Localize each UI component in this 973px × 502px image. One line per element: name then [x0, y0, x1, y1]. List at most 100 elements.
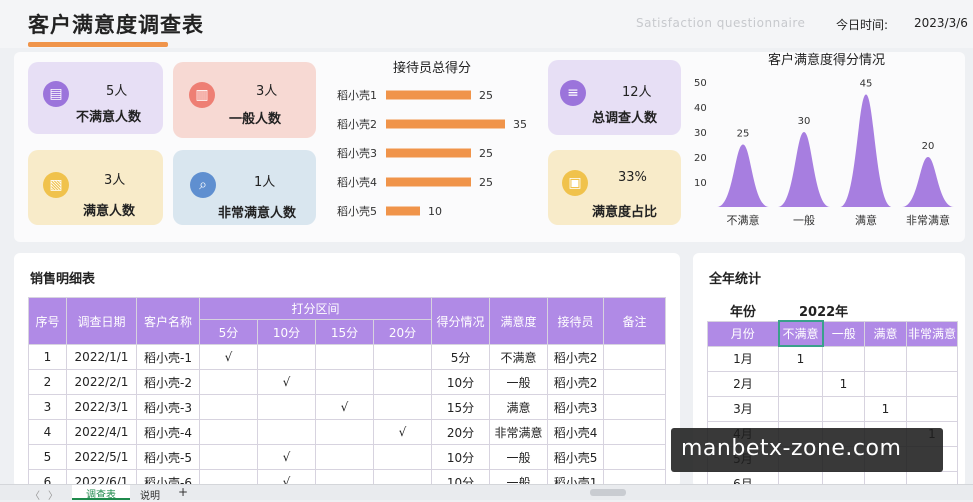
header-date[interactable]: 调查日期: [66, 297, 137, 345]
cell[interactable]: [257, 344, 316, 370]
cell[interactable]: √: [257, 444, 316, 470]
cell[interactable]: [822, 345, 865, 372]
sales-table: 序号 调查日期 客户名称 打分区间 得分情况 满意度 接待员 备注 5分 10分…: [28, 297, 667, 495]
year-value[interactable]: 2022年: [799, 301, 848, 320]
cell[interactable]: 稻小壳2: [547, 344, 605, 370]
cell[interactable]: [199, 444, 258, 470]
cell[interactable]: [906, 345, 958, 372]
cell[interactable]: 10分: [431, 444, 491, 470]
bar-value-label: 25: [479, 89, 493, 102]
cell[interactable]: 稻小壳-4: [136, 419, 200, 445]
header-score[interactable]: 得分情况: [431, 297, 491, 345]
cell[interactable]: [372, 444, 433, 470]
header-unsatisfied[interactable]: 不满意: [777, 320, 824, 347]
header-score-range[interactable]: 打分区间: [198, 297, 433, 320]
cell[interactable]: [864, 345, 907, 372]
cell[interactable]: [199, 369, 258, 395]
cell[interactable]: 2022/4/1: [66, 419, 137, 445]
cell[interactable]: [257, 419, 316, 445]
cell[interactable]: 20分: [431, 419, 491, 445]
cell[interactable]: 5分: [431, 344, 491, 370]
cell[interactable]: 3月: [707, 395, 779, 422]
header-customer[interactable]: 客户名称: [136, 297, 200, 345]
sheet-tab-survey[interactable]: 调查表: [72, 485, 130, 501]
header-15pts[interactable]: 15分: [315, 319, 374, 345]
cell[interactable]: 稻小壳5: [547, 444, 605, 470]
cell[interactable]: [315, 369, 374, 395]
cell[interactable]: [603, 369, 667, 395]
cell[interactable]: 2022/1/1: [66, 344, 137, 370]
date-label: 今日时间:: [836, 18, 889, 32]
cell[interactable]: [603, 444, 667, 470]
cell[interactable]: 稻小壳2: [547, 369, 605, 395]
header-note[interactable]: 备注: [603, 297, 667, 345]
bar: [386, 148, 471, 158]
cell[interactable]: [199, 394, 258, 420]
cell[interactable]: √: [199, 344, 258, 370]
header-satisfied[interactable]: 满意: [864, 320, 907, 347]
cell[interactable]: √: [315, 394, 374, 420]
cell[interactable]: [372, 394, 433, 420]
cell[interactable]: 2022/5/1: [66, 444, 137, 470]
header-seq[interactable]: 序号: [28, 297, 67, 345]
cell[interactable]: 2月: [707, 370, 779, 397]
cell[interactable]: [603, 419, 667, 445]
add-sheet-button[interactable]: +: [178, 485, 188, 499]
cell[interactable]: [257, 394, 316, 420]
cell[interactable]: [315, 344, 374, 370]
header-month[interactable]: 月份: [707, 320, 779, 347]
cell[interactable]: [603, 344, 667, 370]
header-satisfaction[interactable]: 满意度: [489, 297, 549, 345]
cell[interactable]: 稻小壳-1: [136, 344, 200, 370]
cell[interactable]: √: [372, 419, 433, 445]
cell[interactable]: 1: [778, 345, 823, 372]
cell[interactable]: [315, 419, 374, 445]
cell[interactable]: 1: [28, 344, 67, 370]
cell[interactable]: [864, 370, 907, 397]
cell[interactable]: 2022/3/1: [66, 394, 137, 420]
header-very-satisfied[interactable]: 非常满意: [906, 320, 958, 347]
cell[interactable]: 非常满意: [489, 419, 549, 445]
cell[interactable]: 稻小壳-3: [136, 394, 200, 420]
cell[interactable]: 稻小壳4: [547, 419, 605, 445]
cell[interactable]: 一般: [489, 369, 549, 395]
header-5pts[interactable]: 5分: [199, 319, 258, 345]
scroll-thumb[interactable]: [590, 489, 626, 496]
cell[interactable]: 1: [864, 395, 907, 422]
header-10pts[interactable]: 10分: [257, 319, 316, 345]
cell[interactable]: [603, 394, 667, 420]
table-row: 1 2022/1/1 稻小壳-1 √ 5分 不满意 稻小壳2: [28, 344, 667, 370]
cell[interactable]: 满意: [489, 394, 549, 420]
cell[interactable]: [199, 419, 258, 445]
cell[interactable]: 稻小壳-2: [136, 369, 200, 395]
cell[interactable]: [906, 370, 958, 397]
cell[interactable]: 1月: [707, 345, 779, 372]
cell[interactable]: 稻小壳3: [547, 394, 605, 420]
cell[interactable]: 2: [28, 369, 67, 395]
title-underline: [28, 42, 168, 47]
header-20pts[interactable]: 20分: [372, 319, 433, 345]
cell[interactable]: 1: [822, 370, 865, 397]
cell[interactable]: 一般: [489, 444, 549, 470]
card-label: 一般人数: [229, 112, 282, 127]
header-agent[interactable]: 接待员: [547, 297, 605, 345]
cell[interactable]: [372, 344, 433, 370]
cell[interactable]: [778, 370, 823, 397]
cell[interactable]: 15分: [431, 394, 491, 420]
header-neutral[interactable]: 一般: [822, 320, 865, 347]
cell[interactable]: 不满意: [489, 344, 549, 370]
card-value: 3人: [104, 173, 126, 188]
cell[interactable]: [315, 444, 374, 470]
cell[interactable]: 4: [28, 419, 67, 445]
cell[interactable]: 稻小壳-5: [136, 444, 200, 470]
cell[interactable]: 2022/2/1: [66, 369, 137, 395]
cell[interactable]: 3: [28, 394, 67, 420]
cell[interactable]: [822, 395, 865, 422]
cell[interactable]: [778, 395, 823, 422]
cell[interactable]: 10分: [431, 369, 491, 395]
cell[interactable]: 5: [28, 444, 67, 470]
bar-category-label: 稻小壳1: [337, 88, 377, 102]
cell[interactable]: [906, 395, 958, 422]
cell[interactable]: [372, 369, 433, 395]
cell[interactable]: √: [257, 369, 316, 395]
